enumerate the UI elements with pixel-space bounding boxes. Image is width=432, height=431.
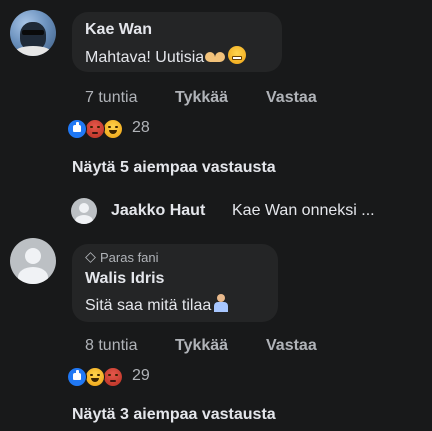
view-previous-replies-link[interactable]: Näytä 3 aiempaa vastausta bbox=[72, 406, 276, 424]
reaction-count: 28 bbox=[132, 119, 150, 136]
angry-reaction-icon bbox=[85, 119, 105, 139]
like-reaction-icon bbox=[67, 119, 87, 139]
avatar-walis-idris[interactable] bbox=[10, 238, 56, 284]
reply-button[interactable]: Vastaa bbox=[266, 337, 317, 355]
avatar-kae-wan[interactable] bbox=[10, 10, 56, 56]
comment-text: Mahtava! Uutisia bbox=[85, 46, 247, 67]
reaction-summary[interactable]: 28 bbox=[67, 119, 150, 139]
haha-reaction-icon bbox=[85, 367, 105, 387]
top-fan-badge: Paras fani bbox=[85, 250, 159, 265]
angry-reaction-icon bbox=[103, 367, 123, 387]
reply-preview-text[interactable]: Kae Wan onneksi ... bbox=[232, 202, 375, 220]
comment-author[interactable]: Walis Idris bbox=[85, 270, 164, 288]
comment-author[interactable]: Kae Wan bbox=[85, 21, 152, 39]
reply-author[interactable]: Jaakko Haut bbox=[111, 202, 205, 220]
haha-reaction-icon bbox=[103, 119, 123, 139]
reply-button[interactable]: Vastaa bbox=[266, 89, 317, 107]
like-button[interactable]: Tykkää bbox=[175, 89, 228, 107]
like-reaction-icon bbox=[67, 367, 87, 387]
like-button[interactable]: Tykkää bbox=[175, 337, 228, 355]
comment-timestamp[interactable]: 8 tuntia bbox=[85, 337, 137, 355]
heart-hands-emoji-icon bbox=[204, 50, 226, 64]
avatar-jaakko-haut[interactable] bbox=[71, 198, 97, 224]
comment-text: Sitä saa mitä tilaa bbox=[85, 294, 231, 315]
reaction-summary[interactable]: 29 bbox=[67, 367, 150, 387]
shrug-emoji-icon bbox=[211, 294, 231, 312]
comment-timestamp[interactable]: 7 tuntia bbox=[85, 89, 137, 107]
diamond-icon bbox=[85, 252, 96, 263]
grinning-face-emoji-icon bbox=[228, 46, 247, 64]
reaction-count: 29 bbox=[132, 367, 150, 384]
view-previous-replies-link[interactable]: Näytä 5 aiempaa vastausta bbox=[72, 159, 276, 177]
